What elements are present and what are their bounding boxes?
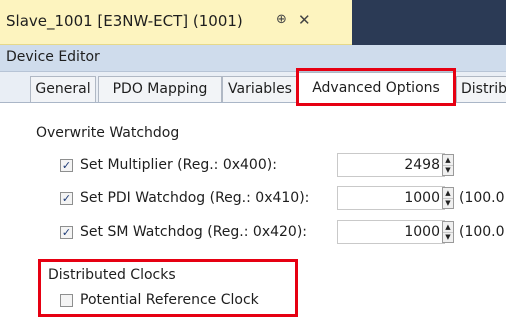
spin-down-icon[interactable]: ▼ (443, 198, 453, 208)
pin-icon[interactable]: ⊕ (276, 12, 288, 30)
potential-reference-clock-checkbox[interactable] (60, 294, 73, 307)
set-multiplier-spinner[interactable]: ▲ ▼ (442, 154, 454, 176)
tab-variables-label: Variables (228, 81, 292, 97)
tab-distributed-clocks[interactable]: Distrib (456, 76, 506, 102)
editor-panel: General PDO Mapping Variables Advanced O… (0, 68, 506, 324)
tab-pdo-mapping-label: PDO Mapping (112, 81, 208, 97)
set-pdi-watchdog-label: Set PDI Watchdog (Reg.: 0x410): (80, 190, 310, 206)
document-tab[interactable]: Slave_1001 [E3NW-ECT] (1001) ⊕ ✕ (0, 0, 352, 45)
highlight-advanced-options (296, 68, 456, 106)
tab-general-label: General (35, 81, 91, 97)
document-tab-title: Slave_1001 [E3NW-ECT] (1001) (6, 12, 243, 30)
set-sm-watchdog-checkbox[interactable]: ✓ (60, 226, 73, 239)
tab-variables[interactable]: Variables (222, 76, 298, 102)
set-multiplier-input[interactable]: 2498 (337, 153, 445, 177)
pdi-watchdog-time: (100.0 (459, 190, 505, 206)
overwrite-watchdog-label: Overwrite Watchdog (36, 125, 180, 141)
set-pdi-watchdog-spinner[interactable]: ▲ ▼ (442, 187, 454, 209)
tab-general[interactable]: General (30, 76, 96, 102)
tab-distrib-label: Distrib (461, 81, 506, 97)
set-sm-watchdog-spinner[interactable]: ▲ ▼ (442, 221, 454, 243)
device-editor-title: Device Editor (6, 49, 100, 65)
potential-reference-clock-label: Potential Reference Clock (80, 292, 259, 308)
set-pdi-watchdog-input[interactable]: 1000 (337, 186, 445, 210)
set-multiplier-checkbox[interactable]: ✓ (60, 159, 73, 172)
sm-watchdog-time: (100.0 (459, 224, 505, 240)
set-sm-watchdog-input[interactable]: 1000 (337, 220, 445, 244)
set-pdi-watchdog-checkbox[interactable]: ✓ (60, 192, 73, 205)
spin-down-icon[interactable]: ▼ (443, 232, 453, 242)
set-sm-watchdog-label: Set SM Watchdog (Reg.: 0x420): (80, 224, 308, 240)
close-icon[interactable]: ✕ (298, 11, 314, 29)
spin-down-icon[interactable]: ▼ (443, 165, 453, 175)
distributed-clocks-label: Distributed Clocks (48, 267, 176, 283)
set-multiplier-label: Set Multiplier (Reg.: 0x400): (80, 157, 277, 173)
tab-pdo-mapping[interactable]: PDO Mapping (98, 76, 222, 102)
